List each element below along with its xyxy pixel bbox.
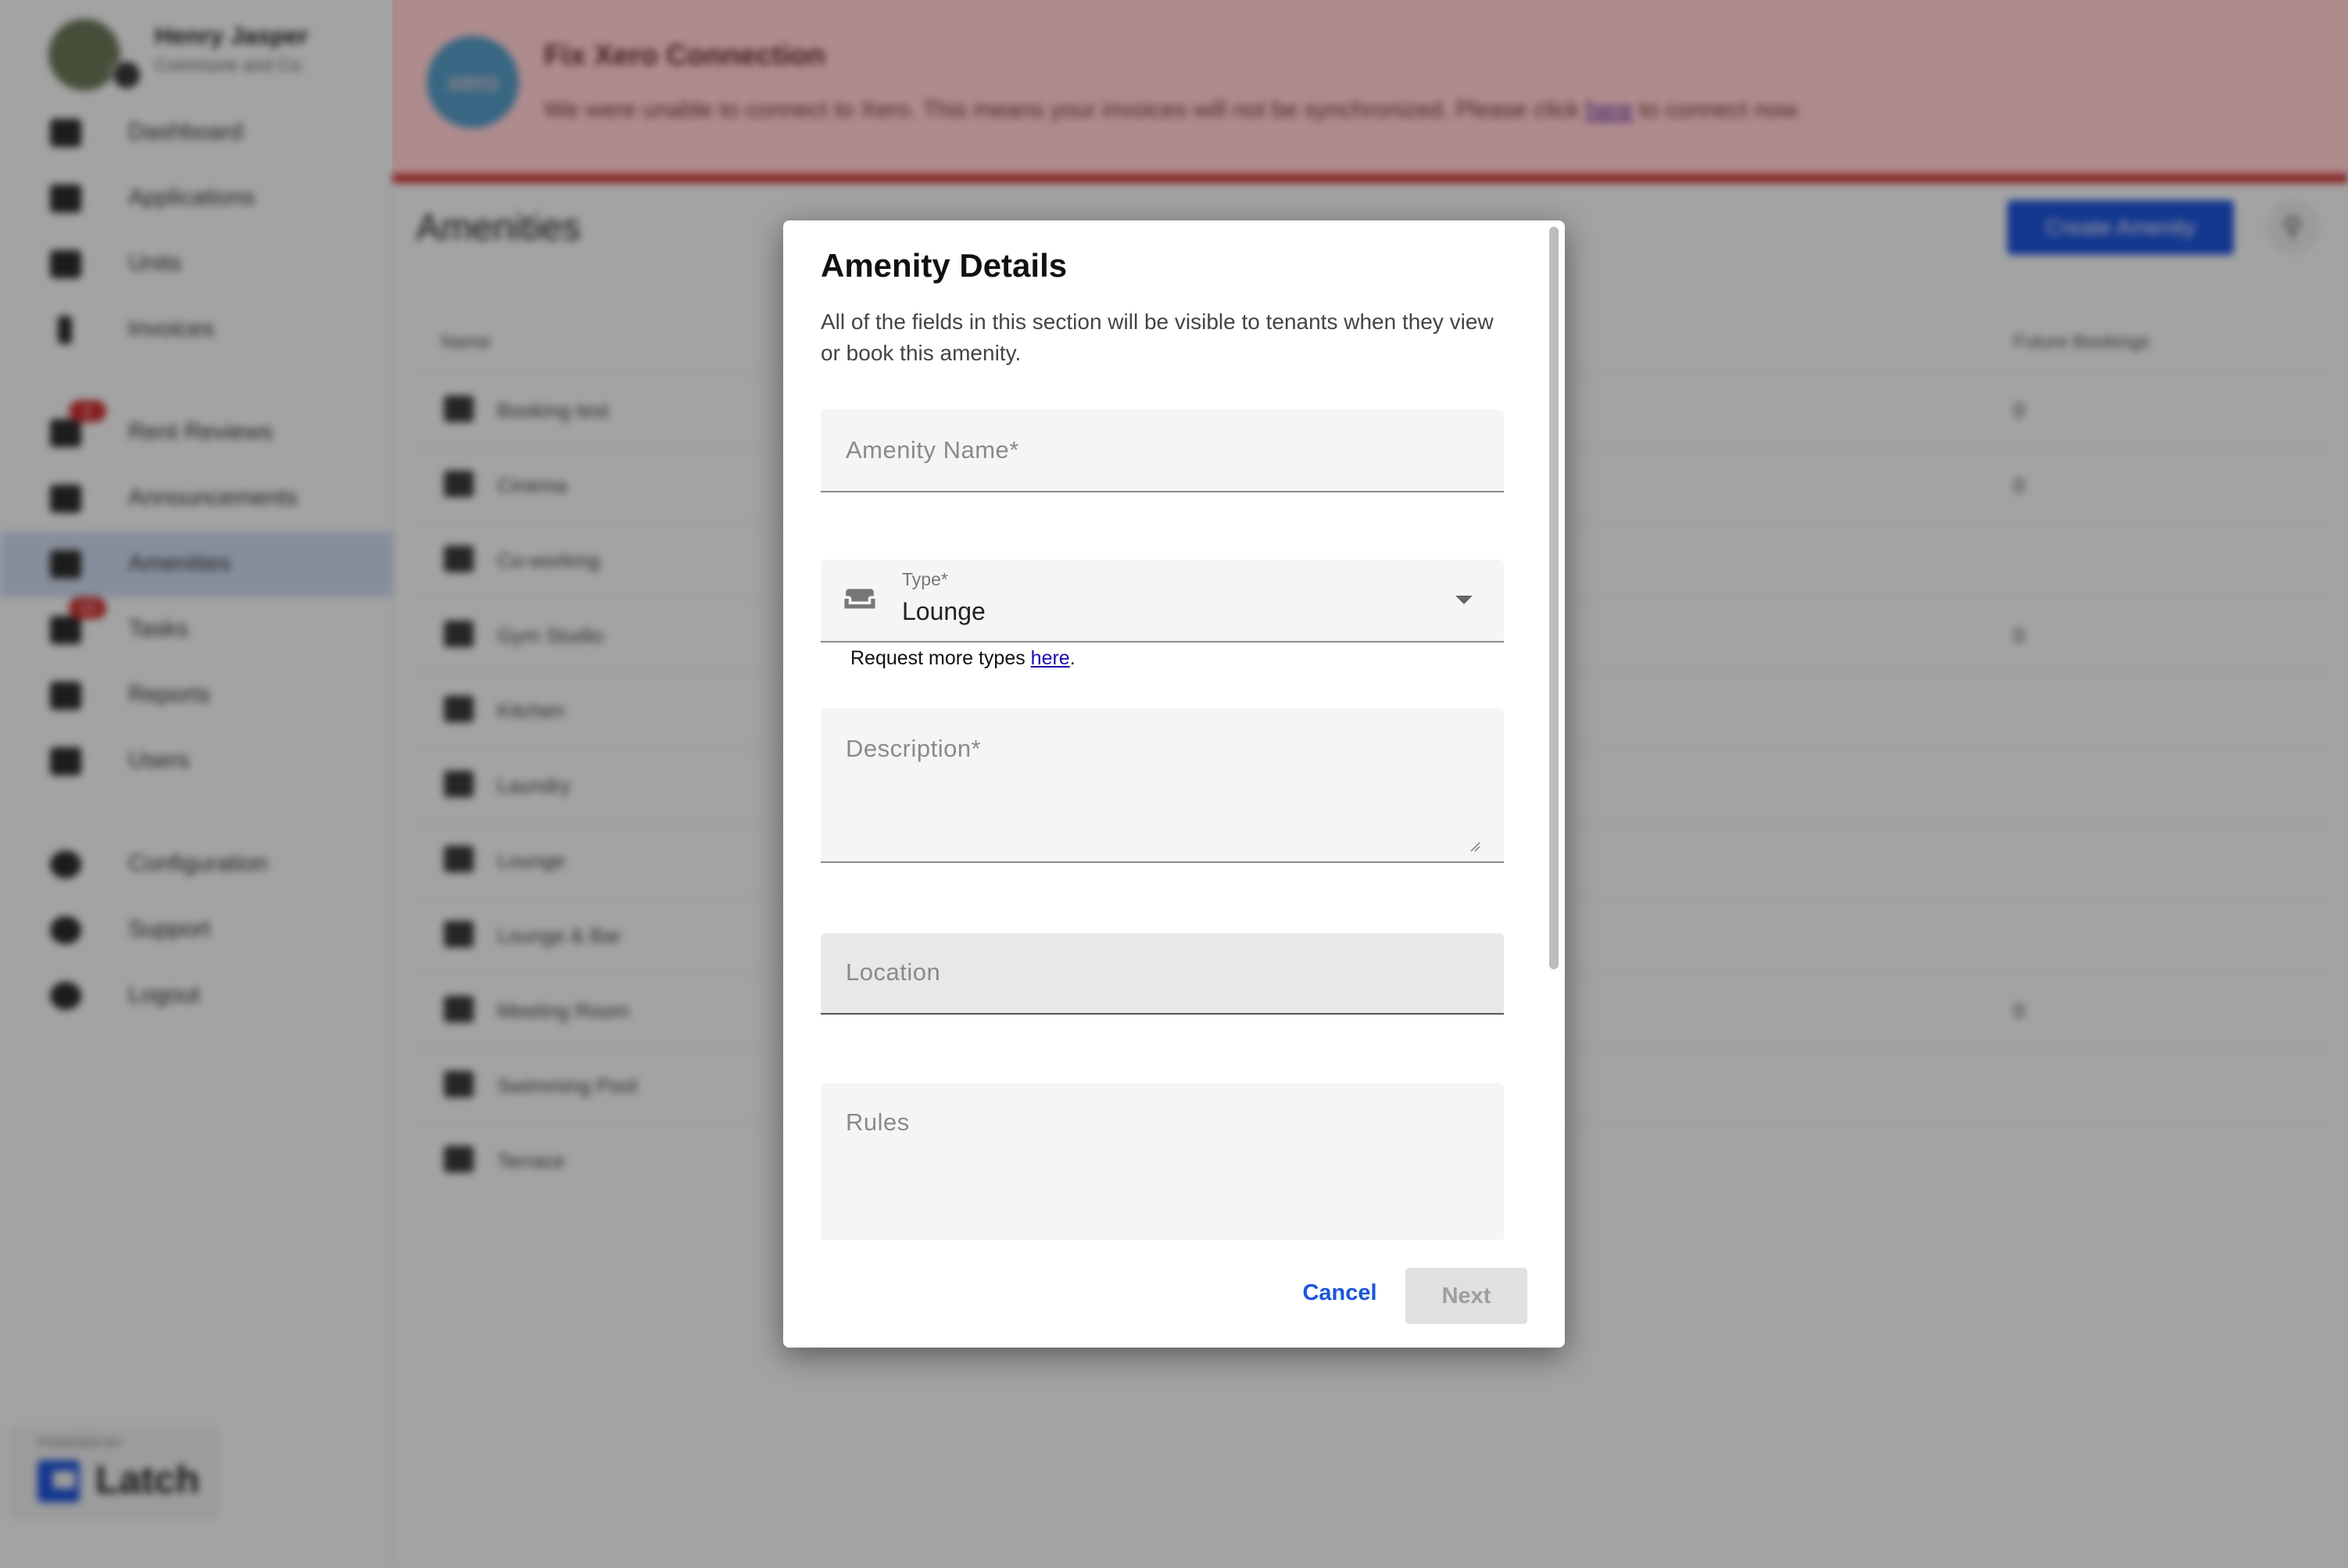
description-placeholder: Description* bbox=[846, 735, 982, 762]
chevron-down-icon bbox=[1455, 596, 1473, 604]
type-value: Lounge bbox=[902, 597, 986, 625]
sofa-icon bbox=[844, 589, 875, 609]
dialog-actions: Cancel Next bbox=[783, 1240, 1565, 1348]
amenity-name-field[interactable]: Amenity Name* bbox=[821, 410, 1504, 492]
dialog-scrollbar[interactable] bbox=[1549, 227, 1559, 969]
dialog-description: All of the fields in this section will b… bbox=[821, 310, 1494, 365]
resize-handle-icon[interactable] bbox=[1469, 841, 1480, 852]
rules-textarea[interactable]: Rules bbox=[821, 1083, 1504, 1240]
request-types-link[interactable]: here bbox=[1031, 647, 1070, 669]
banner-tint bbox=[392, 0, 2348, 174]
helper-period: . bbox=[1069, 647, 1076, 669]
amenity-name-placeholder: Amenity Name* bbox=[846, 436, 1019, 464]
request-types-helper: Request more types here. bbox=[850, 647, 1076, 670]
dialog-title: Amenity Details bbox=[821, 247, 1068, 284]
cancel-button[interactable]: Cancel bbox=[1288, 1271, 1391, 1315]
type-select[interactable]: Type* Lounge bbox=[821, 560, 1504, 643]
rules-placeholder: Rules bbox=[846, 1108, 910, 1136]
amenity-details-dialog: Amenity Details All of the fields in thi… bbox=[783, 220, 1565, 1348]
next-button[interactable]: Next bbox=[1405, 1268, 1527, 1324]
dialog-content: Amenity Details All of the fields in thi… bbox=[783, 220, 1546, 1240]
location-field[interactable]: Location bbox=[821, 933, 1504, 1015]
description-textarea[interactable]: Description* bbox=[821, 708, 1504, 863]
type-label: Type* bbox=[902, 569, 948, 589]
location-placeholder: Location bbox=[846, 958, 941, 986]
helper-text: Request more types bbox=[850, 647, 1031, 669]
